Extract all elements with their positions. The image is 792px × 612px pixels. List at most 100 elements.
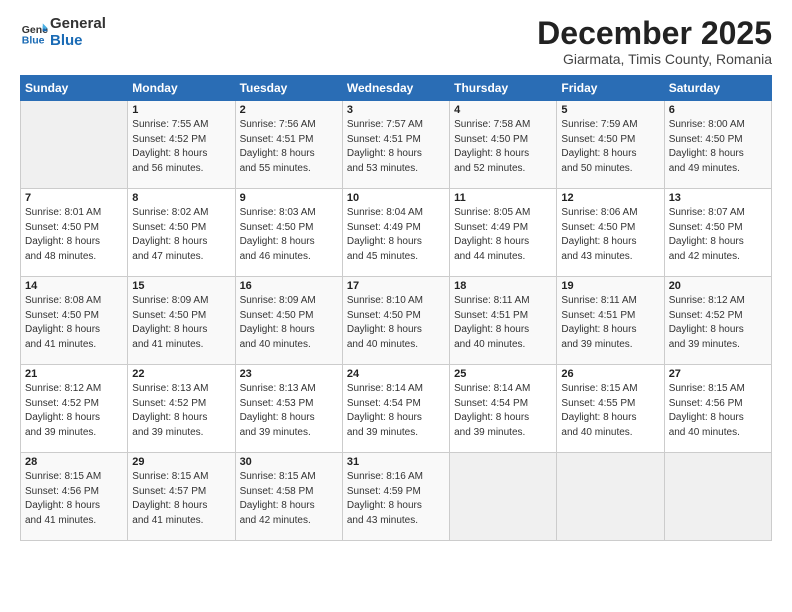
- day-info: Sunrise: 8:16 AMSunset: 4:59 PMDaylight:…: [347, 470, 445, 528]
- day-info: Sunrise: 8:08 AMSunset: 4:50 PMDaylight:…: [25, 294, 123, 352]
- day-number: 9: [240, 192, 338, 204]
- calendar-cell: 2 Sunrise: 7:56 AMSunset: 4:51 PMDaylight…: [235, 101, 342, 189]
- day-info: Sunrise: 7:56 AMSunset: 4:51 PMDaylight:…: [240, 118, 338, 176]
- calendar-cell: 1Sunrise: 7:55 AMSunset: 4:52 PMDaylight…: [128, 101, 235, 189]
- day-number: 6: [669, 104, 767, 116]
- day-info: Sunrise: 8:06 AMSunset: 4:50 PMDaylight:…: [561, 206, 659, 264]
- calendar-cell: 22Sunrise: 8:13 AMSunset: 4:52 PMDayligh…: [128, 365, 235, 453]
- svg-text:Blue: Blue: [22, 35, 45, 47]
- day-number: 5: [561, 104, 659, 116]
- day-info: Sunrise: 8:12 AMSunset: 4:52 PMDaylight:…: [669, 294, 767, 352]
- calendar-cell: 13 Sunrise: 8:07 AMSunset: 4:50 PMDayligh…: [664, 189, 771, 277]
- weekday-header-thursday: Thursday: [450, 76, 557, 101]
- day-info: Sunrise: 8:15 AMSunset: 4:57 PMDaylight:…: [132, 470, 230, 528]
- day-number: 28: [25, 456, 123, 468]
- day-number: 16: [240, 280, 338, 292]
- day-number: 17: [347, 280, 445, 292]
- day-number: 1: [132, 104, 230, 116]
- day-number: 22: [132, 368, 230, 380]
- calendar-cell: 25Sunrise: 8:14 AMSunset: 4:54 PMDayligh…: [450, 365, 557, 453]
- day-info: Sunrise: 8:15 AMSunset: 4:56 PMDaylight:…: [669, 382, 767, 440]
- day-number: 18: [454, 280, 552, 292]
- logo-general-text: General: [50, 15, 106, 32]
- day-info: Sunrise: 8:09 AMSunset: 4:50 PMDaylight:…: [240, 294, 338, 352]
- logo: General Blue General Blue: [20, 16, 106, 50]
- day-info: Sunrise: 8:15 AMSunset: 4:56 PMDaylight:…: [25, 470, 123, 528]
- day-number: 23: [240, 368, 338, 380]
- day-number: 30: [240, 456, 338, 468]
- day-number: 19: [561, 280, 659, 292]
- calendar-cell: 21Sunrise: 8:12 AMSunset: 4:52 PMDayligh…: [21, 365, 128, 453]
- calendar-cell: 4 Sunrise: 7:58 AMSunset: 4:50 PMDaylight…: [450, 101, 557, 189]
- calendar-cell: 7Sunrise: 8:01 AMSunset: 4:50 PMDaylight…: [21, 189, 128, 277]
- calendar-cell: 26 Sunrise: 8:15 AMSunset: 4:55 PMDayligh…: [557, 365, 664, 453]
- day-info: Sunrise: 7:58 AMSunset: 4:50 PMDaylight:…: [454, 118, 552, 176]
- calendar-cell: 31 Sunrise: 8:16 AMSunset: 4:59 PMDayligh…: [342, 453, 449, 541]
- day-info: Sunrise: 8:07 AMSunset: 4:50 PMDaylight:…: [669, 206, 767, 264]
- calendar-cell: [450, 453, 557, 541]
- calendar-cell: 14 Sunrise: 8:08 AMSunset: 4:50 PMDayligh…: [21, 277, 128, 365]
- day-number: 15: [132, 280, 230, 292]
- calendar-cell: 17Sunrise: 8:10 AMSunset: 4:50 PMDayligh…: [342, 277, 449, 365]
- calendar-cell: 30Sunrise: 8:15 AMSunset: 4:58 PMDayligh…: [235, 453, 342, 541]
- calendar-table: SundayMondayTuesdayWednesdayThursdayFrid…: [20, 75, 772, 541]
- calendar-cell: 20 Sunrise: 8:12 AMSunset: 4:52 PMDayligh…: [664, 277, 771, 365]
- calendar-cell: 24 Sunrise: 8:14 AMSunset: 4:54 PMDayligh…: [342, 365, 449, 453]
- day-info: Sunrise: 8:11 AMSunset: 4:51 PMDaylight:…: [561, 294, 659, 352]
- day-number: 12: [561, 192, 659, 204]
- calendar-week-row: 14 Sunrise: 8:08 AMSunset: 4:50 PMDayligh…: [21, 277, 772, 365]
- logo-icon: General Blue: [20, 19, 48, 47]
- calendar-cell: 10 Sunrise: 8:04 AMSunset: 4:49 PMDayligh…: [342, 189, 449, 277]
- day-number: 14: [25, 280, 123, 292]
- day-number: 31: [347, 456, 445, 468]
- day-number: 21: [25, 368, 123, 380]
- day-info: Sunrise: 8:14 AMSunset: 4:54 PMDaylight:…: [347, 382, 445, 440]
- day-number: 24: [347, 368, 445, 380]
- day-info: Sunrise: 7:57 AMSunset: 4:51 PMDaylight:…: [347, 118, 445, 176]
- day-info: Sunrise: 8:13 AMSunset: 4:53 PMDaylight:…: [240, 382, 338, 440]
- day-number: 20: [669, 280, 767, 292]
- calendar-cell: [664, 453, 771, 541]
- day-info: Sunrise: 8:15 AMSunset: 4:55 PMDaylight:…: [561, 382, 659, 440]
- weekday-header-monday: Monday: [128, 76, 235, 101]
- day-info: Sunrise: 8:14 AMSunset: 4:54 PMDaylight:…: [454, 382, 552, 440]
- day-info: Sunrise: 8:05 AMSunset: 4:49 PMDaylight:…: [454, 206, 552, 264]
- calendar-cell: 8Sunrise: 8:02 AMSunset: 4:50 PMDaylight…: [128, 189, 235, 277]
- calendar-cell: [557, 453, 664, 541]
- calendar-week-row: 1Sunrise: 7:55 AMSunset: 4:52 PMDaylight…: [21, 101, 772, 189]
- day-number: 10: [347, 192, 445, 204]
- calendar-cell: 27 Sunrise: 8:15 AMSunset: 4:56 PMDayligh…: [664, 365, 771, 453]
- calendar-week-row: 7Sunrise: 8:01 AMSunset: 4:50 PMDaylight…: [21, 189, 772, 277]
- calendar-title: December 2025: [537, 16, 772, 51]
- calendar-cell: 12 Sunrise: 8:06 AMSunset: 4:50 PMDayligh…: [557, 189, 664, 277]
- calendar-cell: 6Sunrise: 8:00 AMSunset: 4:50 PMDaylight…: [664, 101, 771, 189]
- calendar-week-row: 21Sunrise: 8:12 AMSunset: 4:52 PMDayligh…: [21, 365, 772, 453]
- title-block: December 2025 Giarmata, Timis County, Ro…: [537, 16, 772, 67]
- calendar-cell: 29Sunrise: 8:15 AMSunset: 4:57 PMDayligh…: [128, 453, 235, 541]
- calendar-cell: 3 Sunrise: 7:57 AMSunset: 4:51 PMDaylight…: [342, 101, 449, 189]
- calendar-week-row: 28 Sunrise: 8:15 AMSunset: 4:56 PMDayligh…: [21, 453, 772, 541]
- day-number: 2: [240, 104, 338, 116]
- day-info: Sunrise: 8:01 AMSunset: 4:50 PMDaylight:…: [25, 206, 123, 264]
- day-number: 26: [561, 368, 659, 380]
- calendar-cell: 9 Sunrise: 8:03 AMSunset: 4:50 PMDaylight…: [235, 189, 342, 277]
- weekday-header-tuesday: Tuesday: [235, 76, 342, 101]
- weekday-header-row: SundayMondayTuesdayWednesdayThursdayFrid…: [21, 76, 772, 101]
- calendar-subtitle: Giarmata, Timis County, Romania: [537, 51, 772, 67]
- day-info: Sunrise: 8:09 AMSunset: 4:50 PMDaylight:…: [132, 294, 230, 352]
- day-number: 8: [132, 192, 230, 204]
- day-number: 11: [454, 192, 552, 204]
- day-number: 13: [669, 192, 767, 204]
- day-info: Sunrise: 8:04 AMSunset: 4:49 PMDaylight:…: [347, 206, 445, 264]
- weekday-header-sunday: Sunday: [21, 76, 128, 101]
- weekday-header-wednesday: Wednesday: [342, 76, 449, 101]
- day-number: 3: [347, 104, 445, 116]
- day-number: 4: [454, 104, 552, 116]
- weekday-header-friday: Friday: [557, 76, 664, 101]
- calendar-cell: 19 Sunrise: 8:11 AMSunset: 4:51 PMDayligh…: [557, 277, 664, 365]
- calendar-cell: 23 Sunrise: 8:13 AMSunset: 4:53 PMDayligh…: [235, 365, 342, 453]
- day-info: Sunrise: 8:03 AMSunset: 4:50 PMDaylight:…: [240, 206, 338, 264]
- calendar-cell: 18Sunrise: 8:11 AMSunset: 4:51 PMDayligh…: [450, 277, 557, 365]
- day-number: 27: [669, 368, 767, 380]
- calendar-cell: 11 Sunrise: 8:05 AMSunset: 4:49 PMDayligh…: [450, 189, 557, 277]
